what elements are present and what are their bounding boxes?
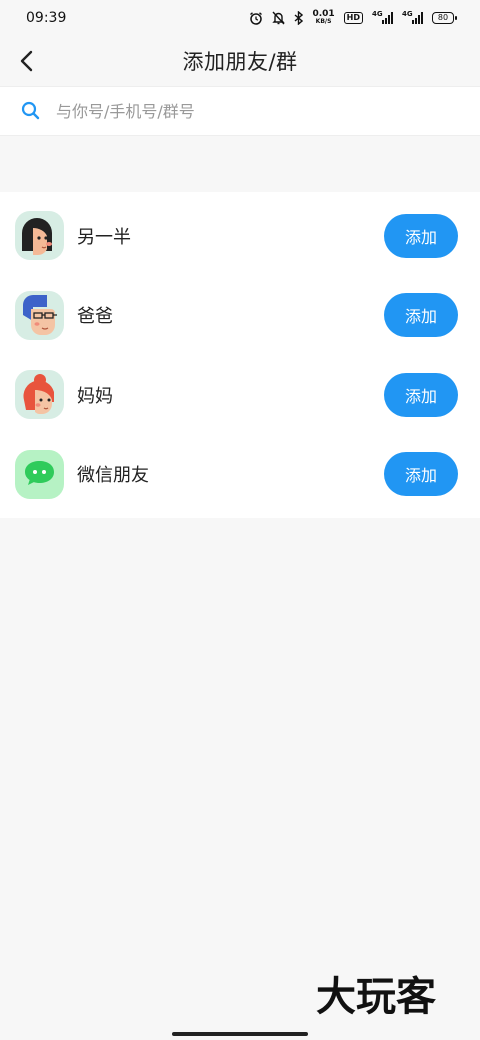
hd-icon: HD <box>343 12 363 24</box>
status-time: 09:39 <box>26 10 67 26</box>
add-button[interactable]: 添加 <box>384 213 458 258</box>
search-icon <box>21 101 40 120</box>
net-speed-value: 0.01 <box>312 9 335 19</box>
page-title: 添加朋友/群 <box>182 50 298 74</box>
alarm-icon <box>249 11 263 25</box>
contact-name: 爸爸 <box>77 306 113 328</box>
contact-name: 另一半 <box>77 226 131 248</box>
back-button[interactable] <box>12 46 42 76</box>
signal-icon: 4G <box>372 10 393 24</box>
list-item-wechat-friends[interactable]: 微信朋友 添加 <box>0 435 480 515</box>
mute-icon <box>272 11 286 25</box>
net-speed-unit: KB/S <box>315 18 332 25</box>
mom-avatar-icon <box>15 370 64 420</box>
watermark-text: 大玩客 <box>316 974 436 1018</box>
search-input[interactable] <box>56 101 460 121</box>
contact-name: 妈妈 <box>77 385 113 407</box>
list-item-partner[interactable]: 另一半 添加 <box>0 196 480 276</box>
signal-icon: 4G <box>402 10 423 24</box>
search-bar[interactable] <box>0 86 480 136</box>
add-button[interactable]: 添加 <box>384 452 458 497</box>
home-indicator[interactable] <box>172 1032 308 1036</box>
status-bar: 09:39 0.01 KB/S HD 4G 4G 80 <box>0 0 480 36</box>
back-arrow-icon <box>20 50 33 72</box>
nav-bar: 添加朋友/群 <box>0 36 480 86</box>
contact-name: 微信朋友 <box>77 465 149 487</box>
battery-icon: 80 <box>432 12 457 24</box>
net-speed: 0.01 KB/S <box>312 10 334 26</box>
dad-avatar-icon <box>15 290 64 340</box>
bluetooth-icon <box>294 11 304 25</box>
add-button[interactable]: 添加 <box>384 372 458 417</box>
status-icons: 0.01 KB/S HD 4G 4G 80 <box>249 10 457 26</box>
list-item-dad[interactable]: 爸爸 添加 <box>0 276 480 356</box>
wife-avatar-icon <box>15 211 64 261</box>
signal-label: 4G <box>402 10 413 18</box>
signal-label: 4G <box>372 10 383 18</box>
list-item-mom[interactable]: 妈妈 添加 <box>0 355 480 435</box>
wechat-icon <box>15 449 64 499</box>
contact-list: 另一半 添加 爸爸 添加 妈妈 添加 微信朋友 添加 <box>0 192 480 518</box>
watermark-logo: 大玩客 <box>316 974 436 1018</box>
add-button[interactable]: 添加 <box>384 293 458 338</box>
